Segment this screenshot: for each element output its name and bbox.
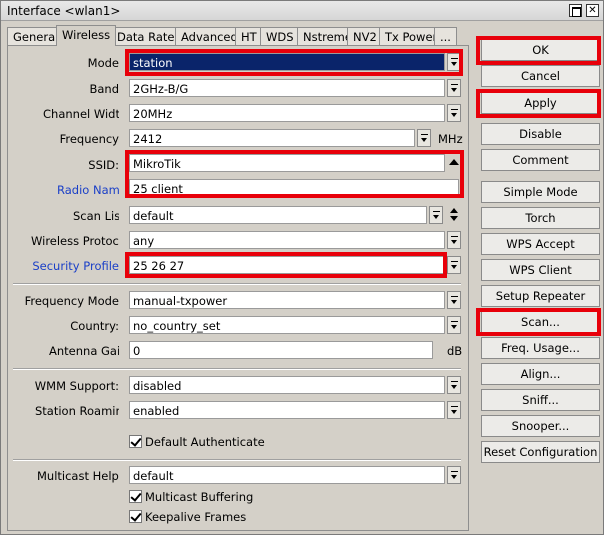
station-roaming-label: Station Roaming	[35, 404, 119, 418]
scan-list-updown-icon[interactable]	[448, 206, 460, 224]
scan-list-dropdown-icon[interactable]	[429, 206, 443, 224]
multicast-buffering-label: Multicast Buffering	[145, 490, 254, 504]
channel-width-label: Channel Widt	[43, 107, 119, 121]
freq-usage-button[interactable]: Freq. Usage...	[481, 337, 600, 359]
align-button[interactable]: Align...	[481, 363, 600, 385]
antenna-gain-label: Antenna Gai	[49, 344, 119, 358]
title-bar[interactable]: Interface <wlan1> ✕	[1, 1, 603, 21]
station-roaming-select[interactable]: enabled	[129, 401, 445, 419]
torch-button[interactable]: Torch	[481, 207, 600, 229]
window-title: Interface <wlan1>	[7, 4, 121, 18]
antenna-gain-unit: dB	[447, 344, 463, 358]
keepalive-frames-label: Keepalive Frames	[145, 510, 247, 524]
radio-name-label: Radio Name	[57, 183, 119, 197]
scan-list-label: Scan List	[73, 209, 119, 223]
interface-window: Interface <wlan1> ✕ General Wireless Dat…	[0, 0, 604, 535]
wps-accept-button[interactable]: WPS Accept	[481, 233, 600, 255]
wireless-protocol-dropdown-icon[interactable]	[447, 231, 461, 249]
frequency-label: Frequency	[59, 132, 119, 146]
separator-3	[13, 459, 461, 461]
close-icon[interactable]: ✕	[586, 4, 599, 17]
radio-name-input[interactable]: 25 client	[129, 179, 459, 197]
maximize-icon[interactable]	[569, 4, 582, 17]
country-label: Country:	[70, 319, 119, 333]
security-profile-label: Security Profile	[32, 259, 119, 273]
country-select[interactable]: no_country_set	[129, 316, 445, 334]
tab-advanced[interactable]: Advanced	[175, 27, 244, 45]
frequency-mode-select[interactable]: manual-txpower	[129, 291, 445, 309]
wireless-protocol-label: Wireless Protoco	[31, 234, 119, 248]
station-roaming-dropdown-icon[interactable]	[447, 401, 461, 419]
ok-button[interactable]: OK	[481, 39, 600, 61]
tab-wds[interactable]: WDS	[260, 27, 300, 45]
wireless-protocol-select[interactable]: any	[129, 231, 445, 249]
tab-more[interactable]: ...	[434, 27, 457, 45]
multicast-helper-label: Multicast Helpe	[37, 469, 119, 483]
mode-select[interactable]: station	[129, 53, 445, 71]
comment-button[interactable]: Comment	[481, 149, 600, 171]
multicast-helper-dropdown-icon[interactable]	[447, 466, 461, 484]
country-dropdown-icon[interactable]	[447, 316, 461, 334]
ssid-input[interactable]: MikroTik	[129, 154, 445, 172]
security-profile-dropdown-icon[interactable]	[447, 256, 461, 274]
snooper-button[interactable]: Snooper...	[481, 415, 600, 437]
channel-width-select[interactable]: 20MHz	[129, 104, 445, 122]
channel-width-dropdown-icon[interactable]	[447, 104, 461, 122]
frequency-unit: MHz	[438, 132, 463, 146]
mode-dropdown-icon[interactable]	[447, 53, 461, 71]
band-dropdown-icon[interactable]	[447, 79, 461, 97]
disable-button[interactable]: Disable	[481, 123, 600, 145]
default-authenticate-checkbox[interactable]	[129, 435, 142, 448]
separator-1	[13, 283, 461, 285]
wmm-support-dropdown-icon[interactable]	[447, 376, 461, 394]
keepalive-frames-checkbox[interactable]	[129, 510, 142, 523]
wmm-support-select[interactable]: disabled	[129, 376, 445, 394]
frequency-mode-dropdown-icon[interactable]	[447, 291, 461, 309]
frequency-mode-label: Frequency Mode	[24, 294, 119, 308]
setup-repeater-button[interactable]: Setup Repeater	[481, 285, 600, 307]
separator-2	[13, 368, 461, 370]
default-authenticate-label: Default Authenticate	[145, 435, 265, 449]
tab-wireless[interactable]: Wireless	[56, 25, 117, 46]
frequency-dropdown-icon[interactable]	[417, 129, 431, 147]
scan-button[interactable]: Scan...	[481, 311, 600, 333]
simple-mode-button[interactable]: Simple Mode	[481, 181, 600, 203]
wmm-support-label: WMM Support:	[34, 379, 119, 393]
scan-list-select[interactable]: default	[129, 206, 427, 224]
antenna-gain-input[interactable]: 0	[129, 341, 433, 359]
wps-client-button[interactable]: WPS Client	[481, 259, 600, 281]
frequency-select[interactable]: 2412	[129, 129, 415, 147]
multicast-buffering-checkbox[interactable]	[129, 490, 142, 503]
tab-nv2[interactable]: NV2	[347, 27, 383, 45]
sniff-button[interactable]: Sniff...	[481, 389, 600, 411]
band-label: Band	[89, 82, 119, 96]
mode-label: Mode	[87, 56, 119, 70]
scroll-up-icon[interactable]	[449, 159, 459, 165]
security-profile-select[interactable]: 25 26 27	[129, 256, 445, 274]
ssid-label: SSID:	[88, 158, 119, 172]
band-select[interactable]: 2GHz-B/G	[129, 79, 445, 97]
tab-bar: General Wireless Data Rates Advanced HT …	[7, 25, 467, 46]
cancel-button[interactable]: Cancel	[481, 65, 600, 87]
reset-configuration-button[interactable]: Reset Configuration	[481, 441, 600, 463]
multicast-helper-select[interactable]: default	[129, 466, 445, 484]
apply-button[interactable]: Apply	[481, 92, 600, 114]
tab-ht[interactable]: HT	[235, 27, 263, 45]
